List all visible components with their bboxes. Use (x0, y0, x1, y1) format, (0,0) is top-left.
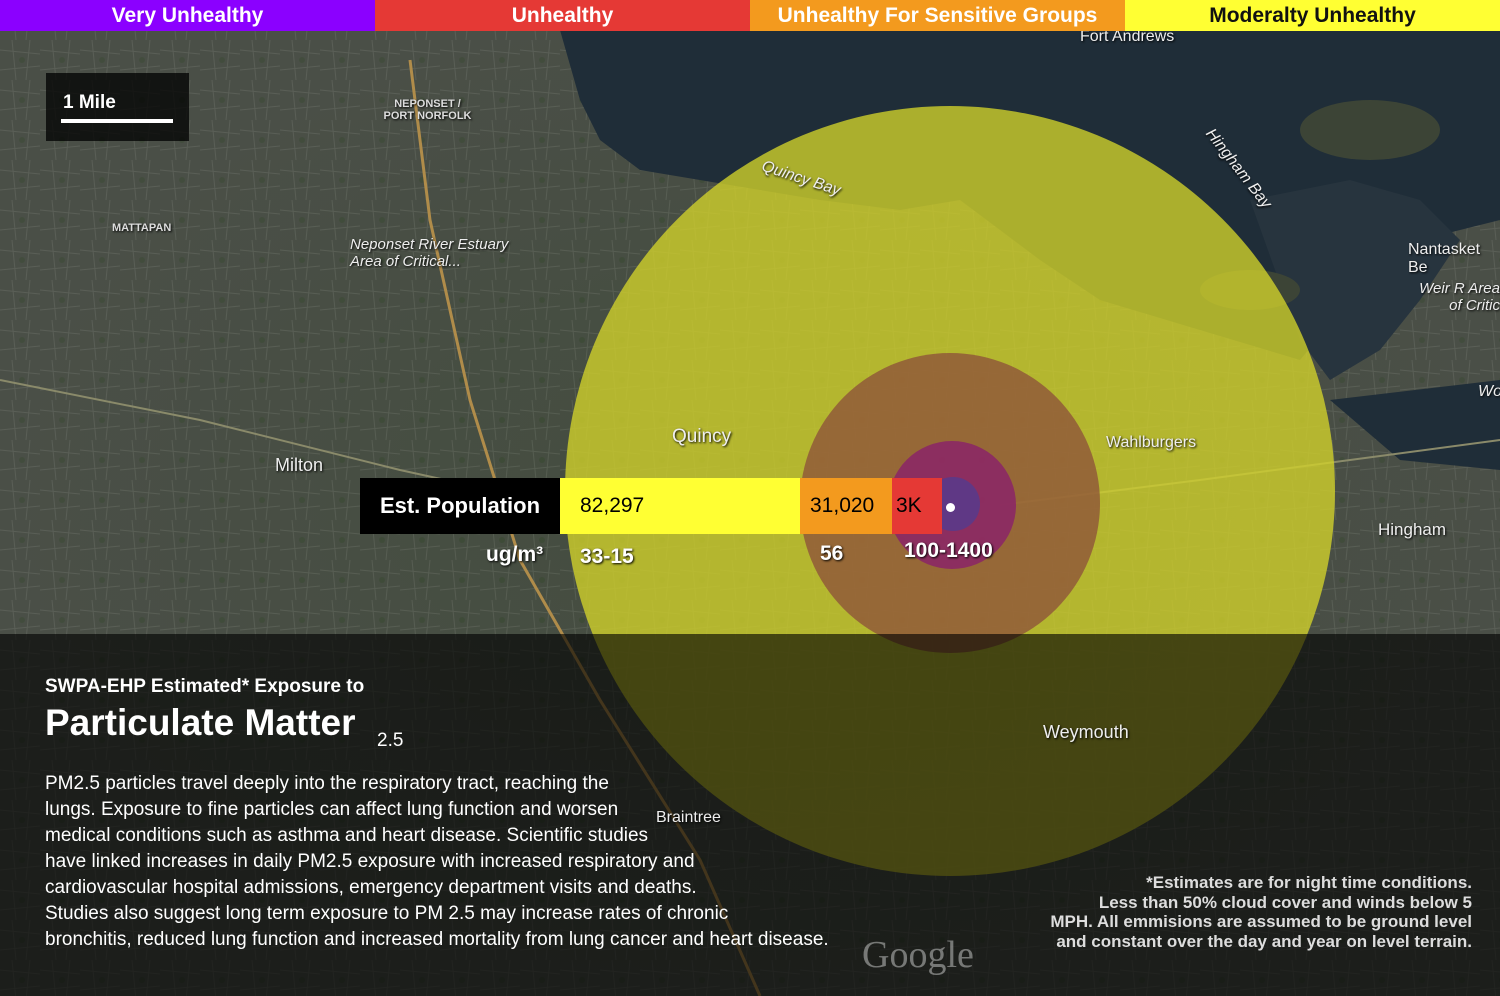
info-title-subscript: 2.5 (377, 730, 404, 751)
place-mattapan: MATTAPAN (112, 222, 172, 234)
place-estuary: Neponset River Estuary Area of Critical.… (350, 236, 509, 270)
concentration-unhealthy: 100-1400 (904, 539, 993, 562)
place-weymouth: Weymouth (1043, 722, 1129, 742)
population-label: Est. Population (360, 478, 560, 534)
scale-label: 1 Mile (63, 92, 116, 113)
population-unhealthy: 3K (892, 478, 942, 534)
info-title: Particulate Matter (45, 702, 356, 743)
population-moderately-unhealthy: 82,297 (560, 478, 800, 534)
place-wahlburgers: Wahlburgers (1106, 434, 1197, 451)
aqi-legend: Very Unhealthy Unhealthy Unhealthy For S… (0, 0, 1500, 31)
place-milton: Milton (275, 455, 324, 475)
place-nantasket: Nantasket Be (1408, 241, 1481, 276)
place-hingham: Hingham (1378, 520, 1447, 539)
info-description: PM2.5 particles travel deeply into the r… (45, 773, 829, 950)
place-quincy: Quincy (672, 426, 732, 447)
place-weir: Weir R Area of Critic (1419, 280, 1500, 314)
place-neponset: NEPONSET / PORT NORFOLK (383, 98, 472, 122)
scale-bar: 1 Mile (46, 73, 189, 141)
legend-unhealthy: Unhealthy (375, 0, 750, 31)
info-subtitle: SWPA-EHP Estimated* Exposure to (45, 676, 365, 697)
info-footnote: *Estimates are for night time conditions… (1050, 873, 1472, 951)
google-logo: Google (862, 934, 974, 976)
scale-line (61, 119, 173, 123)
source-point (946, 503, 955, 512)
concentration-unit: ug/m³ (486, 543, 544, 566)
legend-very-unhealthy: Very Unhealthy (0, 0, 375, 31)
concentration-sensitive-groups: 56 (820, 542, 844, 565)
population-sensitive-groups: 31,020 (800, 478, 892, 534)
concentration-moderately-unhealthy: 33-15 (580, 545, 634, 568)
legend-moderately-unhealthy: Moderalty Unhealthy (1125, 0, 1500, 31)
legend-sensitive-groups: Unhealthy For Sensitive Groups (750, 0, 1125, 31)
place-wo: Wo (1478, 383, 1500, 400)
